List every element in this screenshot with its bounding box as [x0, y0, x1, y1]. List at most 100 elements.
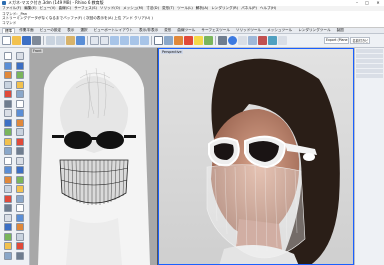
- toolbar-icon[interactable]: [268, 36, 277, 45]
- boolean-diff-icon[interactable]: [16, 175, 24, 184]
- cut-icon[interactable]: [46, 36, 55, 45]
- array-icon[interactable]: [4, 213, 12, 222]
- command-history[interactable]: コマンド: _Pan ストリーミングデータがなくなるまでバッファ(F) ( 次回…: [0, 11, 384, 28]
- circle-icon[interactable]: [16, 71, 24, 79]
- tab-display[interactable]: 表示: [65, 28, 76, 33]
- join-icon[interactable]: [4, 118, 12, 127]
- command-prompt[interactable]: コマンド: [2, 21, 382, 25]
- revolve-icon[interactable]: [16, 137, 24, 146]
- analyze-icon[interactable]: [16, 232, 24, 241]
- grid-icon[interactable]: [16, 242, 24, 250]
- extend-icon[interactable]: [16, 99, 24, 108]
- point-icon[interactable]: [16, 52, 24, 60]
- help-icon[interactable]: [228, 36, 237, 45]
- viewport-front[interactable]: Front: [30, 48, 158, 265]
- copy-obj-icon[interactable]: [4, 194, 12, 203]
- material-icon[interactable]: [184, 36, 193, 45]
- options-icon[interactable]: [218, 36, 227, 45]
- rotate-view-icon[interactable]: [100, 36, 109, 45]
- panel-tab-named-views[interactable]: 名前付きビ: [350, 37, 371, 44]
- toolbar-icon[interactable]: [248, 36, 257, 45]
- trim-icon[interactable]: [4, 109, 12, 117]
- curve-icon[interactable]: [16, 61, 24, 70]
- gumball-icon[interactable]: [4, 251, 12, 260]
- tab-transform[interactable]: 変形: [162, 28, 173, 33]
- extrude-icon[interactable]: [16, 128, 24, 136]
- tab-drafting[interactable]: 製図: [335, 28, 346, 33]
- offset-icon[interactable]: [16, 90, 24, 98]
- tab-curve-tools[interactable]: 曲線ツール: [175, 28, 197, 33]
- fillet-icon[interactable]: [4, 99, 12, 108]
- split-icon[interactable]: [16, 109, 24, 117]
- box-icon[interactable]: [16, 147, 24, 155]
- viewport-4-icon[interactable]: [154, 36, 163, 45]
- viewport-label[interactable]: Front: [32, 49, 43, 53]
- loft-icon[interactable]: [4, 137, 12, 146]
- ellipse-icon[interactable]: [16, 80, 24, 89]
- cone-icon[interactable]: [4, 166, 12, 174]
- properties-panel[interactable]: [354, 48, 384, 265]
- viewport-perspective[interactable]: Perspective: [158, 48, 354, 265]
- save-icon[interactable]: [22, 36, 31, 45]
- render-icon[interactable]: [204, 36, 213, 45]
- panel-row[interactable]: [356, 54, 383, 58]
- tab-select[interactable]: 選択: [78, 28, 89, 33]
- rendered-icon[interactable]: [174, 36, 183, 45]
- scale-icon[interactable]: [4, 204, 12, 212]
- tab-mesh-tools[interactable]: メッシュツール: [265, 28, 294, 33]
- toolbar-icon[interactable]: [258, 36, 267, 45]
- arc-icon[interactable]: [4, 71, 12, 79]
- panel-row[interactable]: [356, 59, 383, 63]
- tab-set-view[interactable]: ビューの設定: [38, 28, 64, 33]
- copy-icon[interactable]: [56, 36, 65, 45]
- move-icon[interactable]: [16, 185, 24, 193]
- layer-icon[interactable]: [4, 223, 12, 231]
- surface-icon[interactable]: [4, 128, 12, 136]
- panel-row[interactable]: [356, 49, 383, 53]
- shaded-icon[interactable]: [164, 36, 173, 45]
- text-icon[interactable]: [4, 232, 12, 241]
- tab-render-tools[interactable]: レンダリングツール: [296, 28, 332, 33]
- sweep-icon[interactable]: [4, 147, 12, 155]
- polygon-icon[interactable]: [4, 90, 12, 98]
- rectangle-icon[interactable]: [4, 80, 12, 89]
- tab-standard[interactable]: 標準: [2, 28, 16, 33]
- cylinder-icon[interactable]: [16, 156, 24, 165]
- group-icon[interactable]: [16, 213, 24, 222]
- toolbar-icon[interactable]: [238, 36, 247, 45]
- osnap-icon[interactable]: [4, 242, 12, 250]
- explode-icon[interactable]: [16, 118, 24, 127]
- panel-row[interactable]: [356, 74, 383, 78]
- toolbar-icon[interactable]: [278, 36, 287, 45]
- mesh-icon[interactable]: [4, 185, 12, 193]
- undo-icon[interactable]: [76, 36, 85, 45]
- mirror-icon[interactable]: [16, 204, 24, 212]
- light-icon[interactable]: [194, 36, 203, 45]
- zoom-window-icon[interactable]: [120, 36, 129, 45]
- tab-viewport-layout[interactable]: ビューポートレイアウト: [92, 28, 136, 33]
- dimension-icon[interactable]: [16, 223, 24, 231]
- new-file-icon[interactable]: [2, 36, 11, 45]
- torus-icon[interactable]: [16, 166, 24, 174]
- boolean-union-icon[interactable]: [4, 175, 12, 184]
- panel-row[interactable]: [356, 69, 383, 73]
- open-file-icon[interactable]: [12, 36, 21, 45]
- select-icon[interactable]: [4, 52, 12, 60]
- panel-tab-export[interactable]: Export (Plane: [324, 37, 350, 44]
- zoom-selected-icon[interactable]: [140, 36, 149, 45]
- panel-row[interactable]: [356, 64, 383, 68]
- print-icon[interactable]: [32, 36, 41, 45]
- tab-solid-tools[interactable]: ソリッドツール: [234, 28, 263, 33]
- paste-icon[interactable]: [66, 36, 75, 45]
- history-icon[interactable]: [16, 251, 24, 260]
- zoom-extents-icon[interactable]: [130, 36, 139, 45]
- sphere-icon[interactable]: [4, 156, 12, 165]
- rotate-icon[interactable]: [16, 194, 24, 203]
- tab-cplanes[interactable]: 作業平面: [17, 28, 35, 33]
- polyline-icon[interactable]: [4, 61, 12, 70]
- pan-icon[interactable]: [90, 36, 99, 45]
- tab-surface-tools[interactable]: サーフェスツール: [199, 28, 232, 33]
- viewport-label[interactable]: Perspective: [161, 50, 183, 54]
- zoom-icon[interactable]: [110, 36, 119, 45]
- tab-visibility[interactable]: 表示/非表示: [137, 28, 160, 33]
